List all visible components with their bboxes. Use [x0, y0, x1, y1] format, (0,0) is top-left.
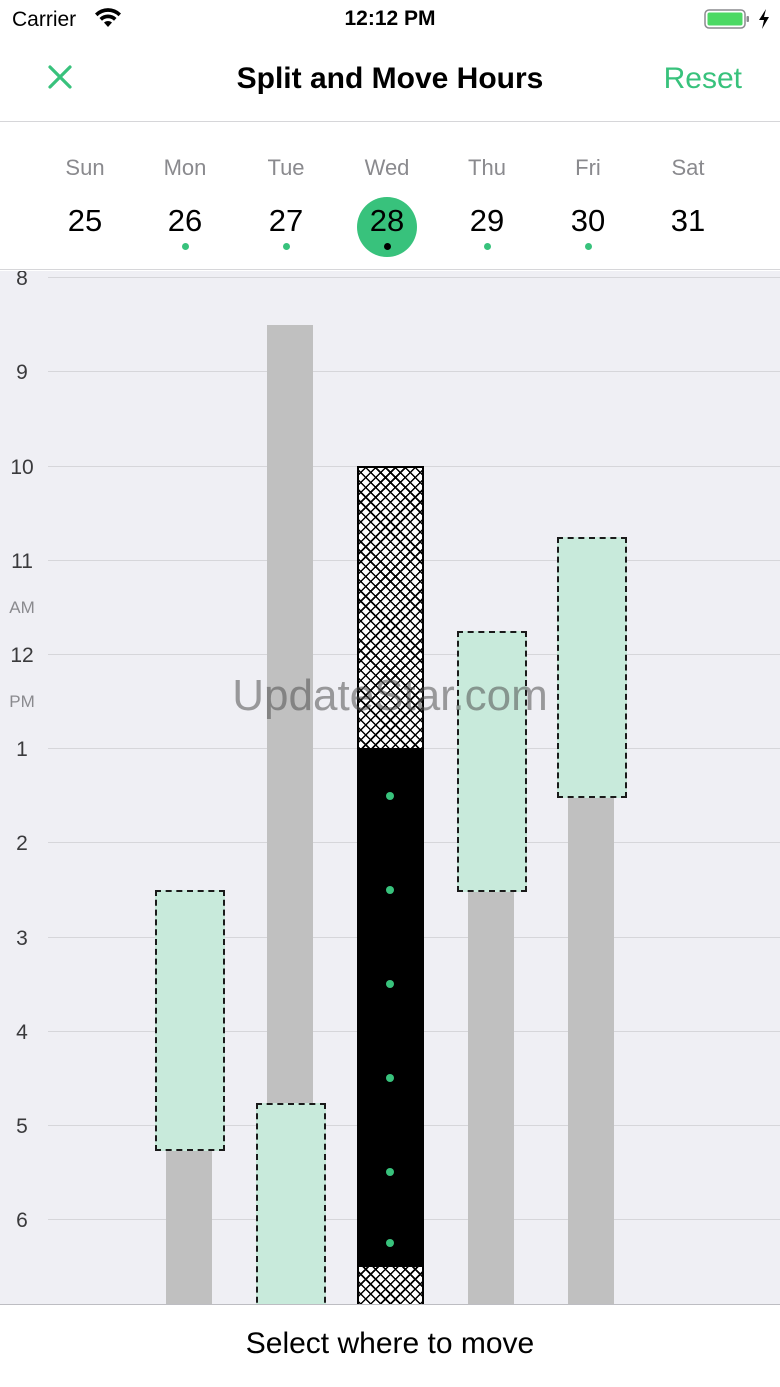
event-dot: [283, 243, 290, 250]
hour-label: 4: [16, 1021, 28, 1044]
drag-handle-dot: [386, 886, 394, 894]
day-thu[interactable]: Thu 29: [437, 123, 537, 270]
day-number: 26: [167, 203, 203, 238]
drag-handle-dot: [386, 1239, 394, 1247]
day-name: Tue: [267, 155, 305, 180]
grid-line: [48, 371, 780, 372]
reset-button[interactable]: Reset: [664, 62, 742, 96]
wed-hatched-block-bottom: [357, 1265, 424, 1304]
hour-label: 10: [10, 456, 34, 479]
status-bar: Carrier 12:12 PM: [0, 0, 780, 40]
day-number: 28: [369, 203, 405, 238]
day-number: 27: [268, 203, 304, 238]
day-name: Sat: [671, 155, 705, 180]
battery-icon: [704, 9, 749, 29]
day-name: Thu: [468, 155, 506, 180]
day-fri[interactable]: Fri 30: [538, 123, 638, 270]
hour-label: 1: [16, 738, 28, 761]
hours-timeline[interactable]: 8 9 10 11 AM 12 PM 1 2 3 4 5 6 UpdateSta…: [0, 271, 780, 1304]
mon-move-target[interactable]: [155, 890, 225, 1151]
event-dot: [484, 243, 491, 250]
fri-gray-bar: [568, 796, 614, 1304]
hour-label: 8: [16, 271, 28, 290]
day-sun[interactable]: Sun 25: [35, 123, 135, 270]
drag-handle-dot: [386, 980, 394, 988]
day-number: 29: [469, 203, 505, 238]
navigation-bar: Split and Move Hours Reset: [0, 40, 780, 122]
hour-label: 2: [16, 832, 28, 855]
event-dot: [585, 243, 592, 250]
day-number: 25: [67, 203, 103, 238]
watermark: UpdateStar.com: [232, 671, 548, 720]
event-dot: [182, 243, 189, 250]
status-time: 12:12 PM: [344, 7, 436, 30]
day-wed[interactable]: Wed 28: [337, 123, 437, 270]
day-name: Sun: [65, 155, 105, 180]
fri-move-target[interactable]: [557, 537, 627, 798]
am-label: AM: [9, 598, 35, 617]
drag-handle-dot: [386, 1074, 394, 1082]
day-sat[interactable]: Sat 31: [638, 123, 738, 270]
day-number: 31: [670, 203, 706, 238]
day-name: Fri: [575, 155, 601, 180]
event-dot: [384, 243, 391, 250]
thu-gray-bar: [468, 890, 514, 1304]
day-name: Mon: [163, 155, 207, 180]
hour-label: 9: [16, 361, 28, 384]
drag-handle-dot: [386, 792, 394, 800]
wed-selected-block[interactable]: [357, 748, 424, 1267]
week-strip: Sun 25 Mon 26 Tue 27 Wed 28 Thu 29 Fri 3…: [0, 123, 780, 270]
day-number: 30: [570, 203, 606, 238]
charging-bolt-icon: [759, 9, 769, 29]
hour-label: 6: [16, 1209, 28, 1232]
hour-label: 12: [10, 644, 34, 667]
grid-line: [48, 277, 780, 278]
drag-handle-dot: [386, 1168, 394, 1176]
hour-label: 5: [16, 1115, 28, 1138]
bottom-bar: Select where to move: [0, 1304, 780, 1387]
day-mon[interactable]: Mon 26: [135, 123, 235, 270]
instruction-text: Select where to move: [245, 1327, 535, 1360]
mon-gray-bar: [166, 1149, 212, 1304]
day-name: Wed: [364, 155, 410, 180]
tue-move-target[interactable]: [256, 1103, 326, 1304]
day-tue[interactable]: Tue 27: [236, 123, 336, 270]
hour-label: 11: [11, 550, 33, 573]
hour-label: 3: [16, 927, 28, 950]
